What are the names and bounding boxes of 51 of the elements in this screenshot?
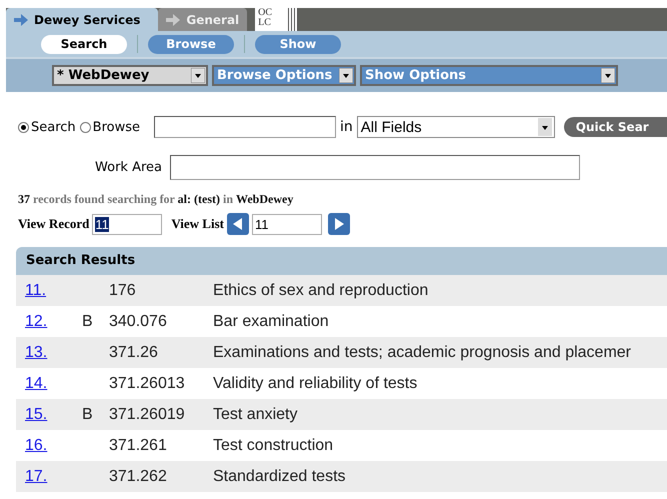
record-link[interactable]: 11. xyxy=(25,282,82,300)
field-dropdown[interactable]: All Fields xyxy=(356,116,555,138)
view-list-label: View List xyxy=(171,216,224,232)
next-button[interactable] xyxy=(328,213,350,235)
class-number: 371.262 xyxy=(109,468,168,486)
dropdown-arrow-icon xyxy=(339,68,353,83)
quick-search-button[interactable]: Quick Sear xyxy=(564,117,667,137)
nav-button[interactable]: Search xyxy=(41,34,127,54)
dropdown-arrow-icon xyxy=(191,68,205,83)
stripes-drawing xyxy=(286,8,298,31)
caption-text: Test construction xyxy=(213,436,334,454)
view-record-label: View Record xyxy=(18,216,90,232)
work-area-label: Work Area xyxy=(94,160,163,174)
previous-button[interactable] xyxy=(226,213,249,235)
class-number: 371.261 xyxy=(109,436,168,454)
dropdown[interactable]: * WebDewey xyxy=(52,65,208,86)
radio-button[interactable]: Browse xyxy=(80,120,140,134)
caption-text: Examinations and tests; academic prognosis and placemer xyxy=(213,344,632,362)
results-header: Search Results xyxy=(16,247,667,275)
arrow-icon xyxy=(166,14,180,26)
caption-text: Ethics of sex and reproduction xyxy=(213,282,430,300)
record-link[interactable]: 14. xyxy=(25,374,82,392)
class-number: 340.076 xyxy=(109,312,168,330)
search-field[interactable] xyxy=(154,116,336,138)
view-record-field[interactable]: 11 xyxy=(92,214,162,234)
left-arrow-icon xyxy=(232,218,243,230)
view-list-field[interactable]: 11 xyxy=(252,214,322,234)
caption-text: Standardized tests xyxy=(213,468,347,486)
dropdown-arrow-icon xyxy=(601,68,615,83)
class-number: 176 xyxy=(109,282,137,300)
flag-cell-text: B xyxy=(82,312,94,330)
tab[interactable]: Dewey Services xyxy=(6,8,158,31)
in-label: in xyxy=(340,119,353,135)
record-link[interactable]: 17. xyxy=(25,468,82,486)
results-summary: 37 records found searching for al: (test) in WebDewey xyxy=(18,192,294,207)
arrow-icon xyxy=(14,14,28,26)
record-link[interactable]: 16. xyxy=(25,436,82,454)
record-link[interactable]: 12. xyxy=(25,312,82,330)
class-number: 371.26019 xyxy=(109,406,186,424)
caption-text: Test anxiety xyxy=(213,406,298,424)
work-area-field[interactable] xyxy=(170,154,580,180)
class-number: 371.26 xyxy=(109,344,159,362)
flag-cell-text: B xyxy=(82,406,94,424)
logo: OC LC xyxy=(255,8,286,31)
caption-text: Validity and reliability of tests xyxy=(213,374,418,392)
record-link[interactable]: 13. xyxy=(25,344,82,362)
class-number: 371.26013 xyxy=(109,374,186,392)
caption-text: Bar examination xyxy=(213,312,330,330)
record-link[interactable]: 15. xyxy=(25,406,82,424)
radio-button[interactable]: Search xyxy=(18,120,76,134)
right-arrow-icon xyxy=(334,218,344,230)
